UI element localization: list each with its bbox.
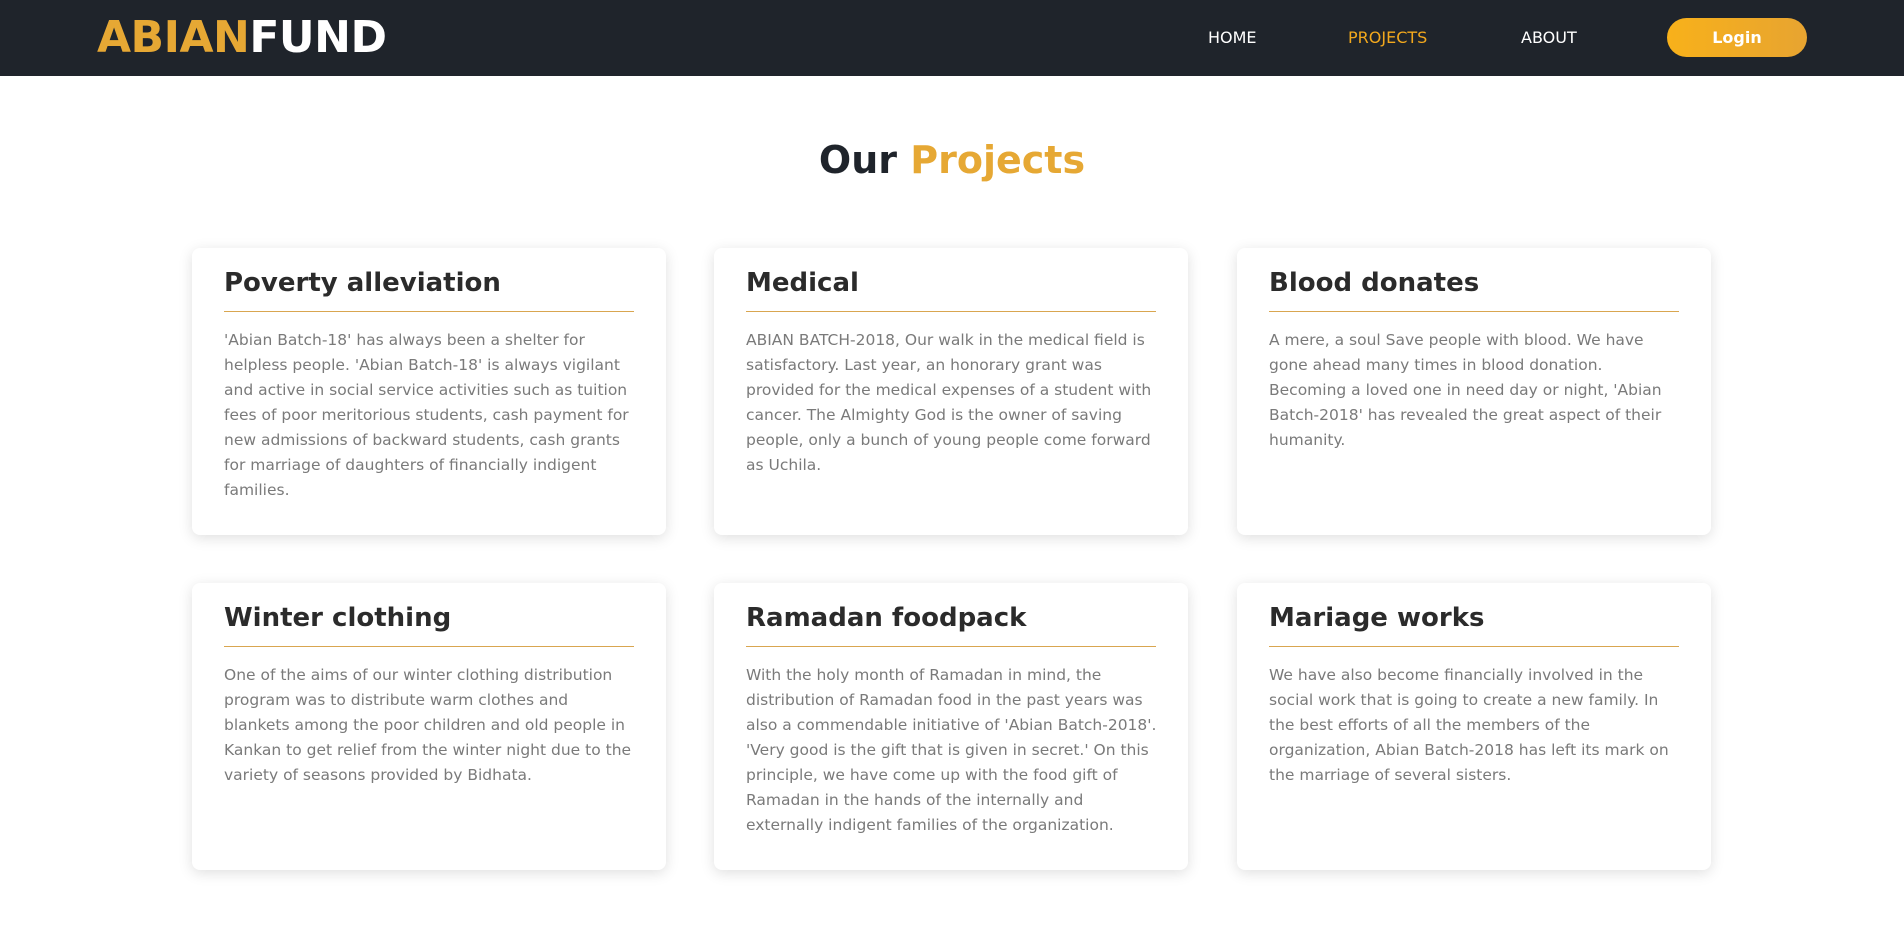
project-card-description: With the holy month of Ramadan in mind, … [746, 666, 1157, 834]
navbar: ABIANFUND HOME PROJECTS ABOUT Login [0, 0, 1904, 76]
card-divider [746, 646, 1156, 647]
brand-logo-part2: FUND [249, 12, 387, 63]
project-card-title: Ramadan foodpack [746, 603, 1027, 633]
project-card-poverty: Poverty alleviation 'Abian Batch-18' has… [192, 248, 666, 535]
login-button[interactable]: Login [1667, 18, 1807, 57]
project-card-title: Mariage works [1269, 603, 1485, 633]
card-divider [224, 646, 634, 647]
nav-link-projects[interactable]: PROJECTS [1348, 28, 1427, 48]
nav-link-about[interactable]: ABOUT [1521, 28, 1577, 48]
brand-logo[interactable]: ABIANFUND [97, 12, 387, 63]
page-title-part2: Projects [910, 138, 1086, 182]
project-card-description: One of the aims of our winter clothing d… [224, 666, 632, 784]
project-card-winter: Winter clothing One of the aims of our w… [192, 583, 666, 870]
brand-logo-part1: ABIAN [97, 12, 250, 63]
page-title-part1: Our [818, 138, 898, 182]
project-card-blood: Blood donates A mere, a soul Save people… [1237, 248, 1711, 535]
project-card-title: Winter clothing [224, 603, 452, 633]
card-divider [1269, 311, 1679, 312]
card-divider [746, 311, 1156, 312]
card-divider [224, 311, 634, 312]
nav-link-home[interactable]: HOME [1208, 28, 1257, 48]
project-card-description: We have also become financially involved… [1269, 666, 1669, 784]
project-card-title: Blood donates [1269, 268, 1480, 298]
page-title: Our Projects [0, 136, 1904, 184]
project-card-description: 'Abian Batch-18' has always been a shelt… [224, 331, 629, 499]
project-card-marriage: Mariage works We have also become financ… [1237, 583, 1711, 870]
project-card-title: Poverty alleviation [224, 268, 501, 298]
project-card-description: A mere, a soul Save people with blood. W… [1269, 331, 1662, 449]
project-card-medical: Medical ABIAN BATCH-2018, Our walk in th… [714, 248, 1188, 535]
project-card-description: ABIAN BATCH-2018, Our walk in the medica… [746, 331, 1152, 474]
card-divider [1269, 646, 1679, 647]
project-card-ramadan: Ramadan foodpack With the holy month of … [714, 583, 1188, 870]
project-card-title: Medical [746, 268, 859, 298]
